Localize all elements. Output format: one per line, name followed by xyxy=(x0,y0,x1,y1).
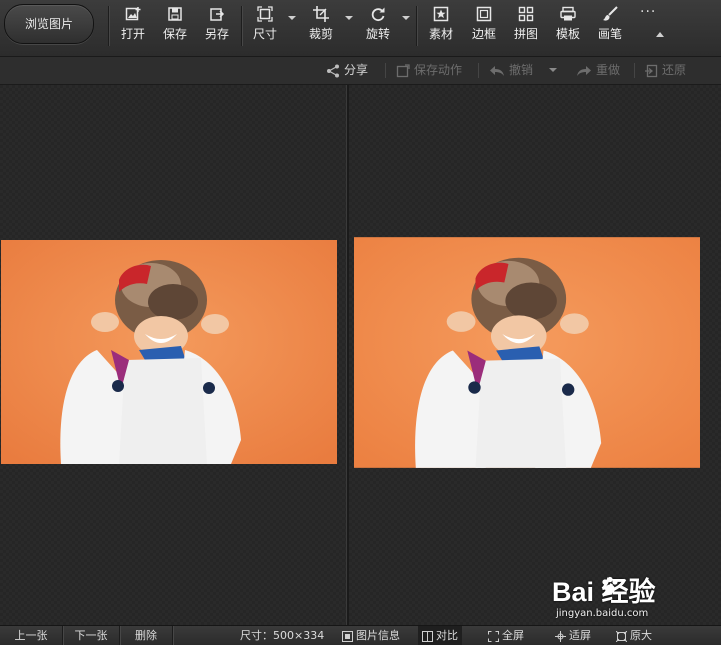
compare-icon xyxy=(422,630,433,642)
save-as-label: 另存 xyxy=(204,27,229,41)
toolbar-separator xyxy=(108,6,109,46)
image-size-readout: 尺寸：500×334 xyxy=(240,626,324,645)
template-label: 模板 xyxy=(555,27,580,41)
compare-label: 对比 xyxy=(436,629,458,642)
crop-dropdown-icon[interactable] xyxy=(345,16,353,20)
action-bar: 分享 保存动作 撤销 重做 还原 xyxy=(0,57,721,85)
crop-icon xyxy=(313,6,329,22)
collage-label: 拼图 xyxy=(513,27,538,41)
paw-icon xyxy=(602,576,618,594)
collapse-toolbar-icon[interactable] xyxy=(656,32,664,37)
redo-icon xyxy=(577,65,591,76)
watermark-url: jingyan.baidu.com xyxy=(556,608,649,619)
frame-button[interactable]: 边框 xyxy=(467,6,501,46)
save-as-button[interactable]: 另存 xyxy=(200,6,234,46)
rotate-dropdown-icon[interactable] xyxy=(402,16,410,20)
brush-icon xyxy=(603,6,618,21)
resize-dropdown-icon[interactable] xyxy=(288,16,296,20)
delete-button[interactable]: 删除 xyxy=(120,626,173,645)
fit-screen-button[interactable]: 适屏 xyxy=(555,626,591,645)
undo-button[interactable]: 撤销 xyxy=(489,57,533,84)
more-tools-button[interactable]: ··· xyxy=(640,4,656,20)
original-size-label: 原大 xyxy=(630,629,652,642)
redo-button[interactable]: 重做 xyxy=(576,57,620,84)
save-action-button[interactable]: 保存动作 xyxy=(396,57,462,84)
info-label: 图片信息 xyxy=(356,629,400,642)
template-button[interactable]: 模板 xyxy=(551,6,585,46)
action-separator xyxy=(478,63,479,78)
undo-dropdown-icon[interactable] xyxy=(549,68,557,72)
resize-icon xyxy=(257,6,273,22)
toolbar-separator xyxy=(416,6,417,46)
share-label: 分享 xyxy=(344,63,369,77)
frame-icon xyxy=(476,6,492,22)
fullscreen-icon xyxy=(488,630,499,642)
material-label: 素材 xyxy=(428,27,453,41)
original-size-icon xyxy=(615,630,628,642)
share-button[interactable]: 分享 xyxy=(326,57,368,84)
brush-button[interactable]: 画笔 xyxy=(593,6,627,46)
restore-icon xyxy=(645,64,658,77)
main-toolbar: 浏览图片 打开 保存 另存 尺寸 裁剪 旋转 素材 边框 拼图 模板 画笔 ··… xyxy=(0,0,721,57)
collage-button[interactable]: 拼图 xyxy=(509,6,543,46)
rotate-icon xyxy=(371,7,385,22)
save-action-icon xyxy=(396,63,410,77)
redo-label: 重做 xyxy=(596,63,621,77)
open-button[interactable]: 打开 xyxy=(116,6,150,46)
image-info-button[interactable]: 图片信息 xyxy=(342,626,400,645)
crop-button[interactable]: 裁剪 xyxy=(304,6,338,46)
material-button[interactable]: 素材 xyxy=(424,6,458,46)
previous-image-button[interactable]: 上一张 xyxy=(0,626,63,645)
undo-icon xyxy=(490,65,504,76)
brush-label: 画笔 xyxy=(597,27,622,41)
action-separator xyxy=(634,63,635,78)
restore-label: 还原 xyxy=(662,63,687,77)
collage-icon xyxy=(518,6,534,22)
original-photo[interactable] xyxy=(1,240,337,464)
action-separator xyxy=(385,63,386,78)
resize-label: 尺寸 xyxy=(252,27,277,41)
toolbar-separator xyxy=(241,6,242,46)
rotate-label: 旋转 xyxy=(365,27,390,41)
fullscreen-label: 全屏 xyxy=(502,629,524,642)
size-label: 尺寸： xyxy=(240,629,273,642)
info-icon xyxy=(342,630,353,642)
save-as-icon xyxy=(210,8,225,21)
original-size-button[interactable]: 原大 xyxy=(615,626,652,645)
rotate-button[interactable]: 旋转 xyxy=(361,6,395,46)
browse-images-button[interactable]: 浏览图片 xyxy=(4,4,94,44)
open-label: 打开 xyxy=(120,27,145,41)
baidu-jingyan-watermark: Bai 经验 jingyan.baidu.com xyxy=(552,570,712,620)
crop-label: 裁剪 xyxy=(308,27,333,41)
fit-screen-icon xyxy=(555,630,566,642)
compare-button[interactable]: 对比 xyxy=(418,626,462,645)
template-icon xyxy=(560,6,576,21)
size-value: 500×334 xyxy=(273,629,325,642)
share-icon xyxy=(327,64,339,77)
edited-photo[interactable] xyxy=(354,237,700,468)
fit-screen-label: 适屏 xyxy=(569,629,591,642)
material-icon xyxy=(433,6,449,22)
status-bar: 上一张 下一张 删除 尺寸：500×334 图片信息 对比 全屏 适屏 原大 xyxy=(0,625,721,645)
undo-label: 撤销 xyxy=(509,63,534,77)
restore-button[interactable]: 还原 xyxy=(644,57,686,84)
save-label: 保存 xyxy=(162,27,187,41)
save-action-label: 保存动作 xyxy=(414,63,463,77)
frame-label: 边框 xyxy=(471,27,496,41)
save-button[interactable]: 保存 xyxy=(158,6,192,46)
next-image-button[interactable]: 下一张 xyxy=(63,626,120,645)
resize-button[interactable]: 尺寸 xyxy=(248,6,282,46)
save-icon xyxy=(168,7,182,21)
open-image-icon xyxy=(125,7,141,21)
fullscreen-button[interactable]: 全屏 xyxy=(488,626,524,645)
